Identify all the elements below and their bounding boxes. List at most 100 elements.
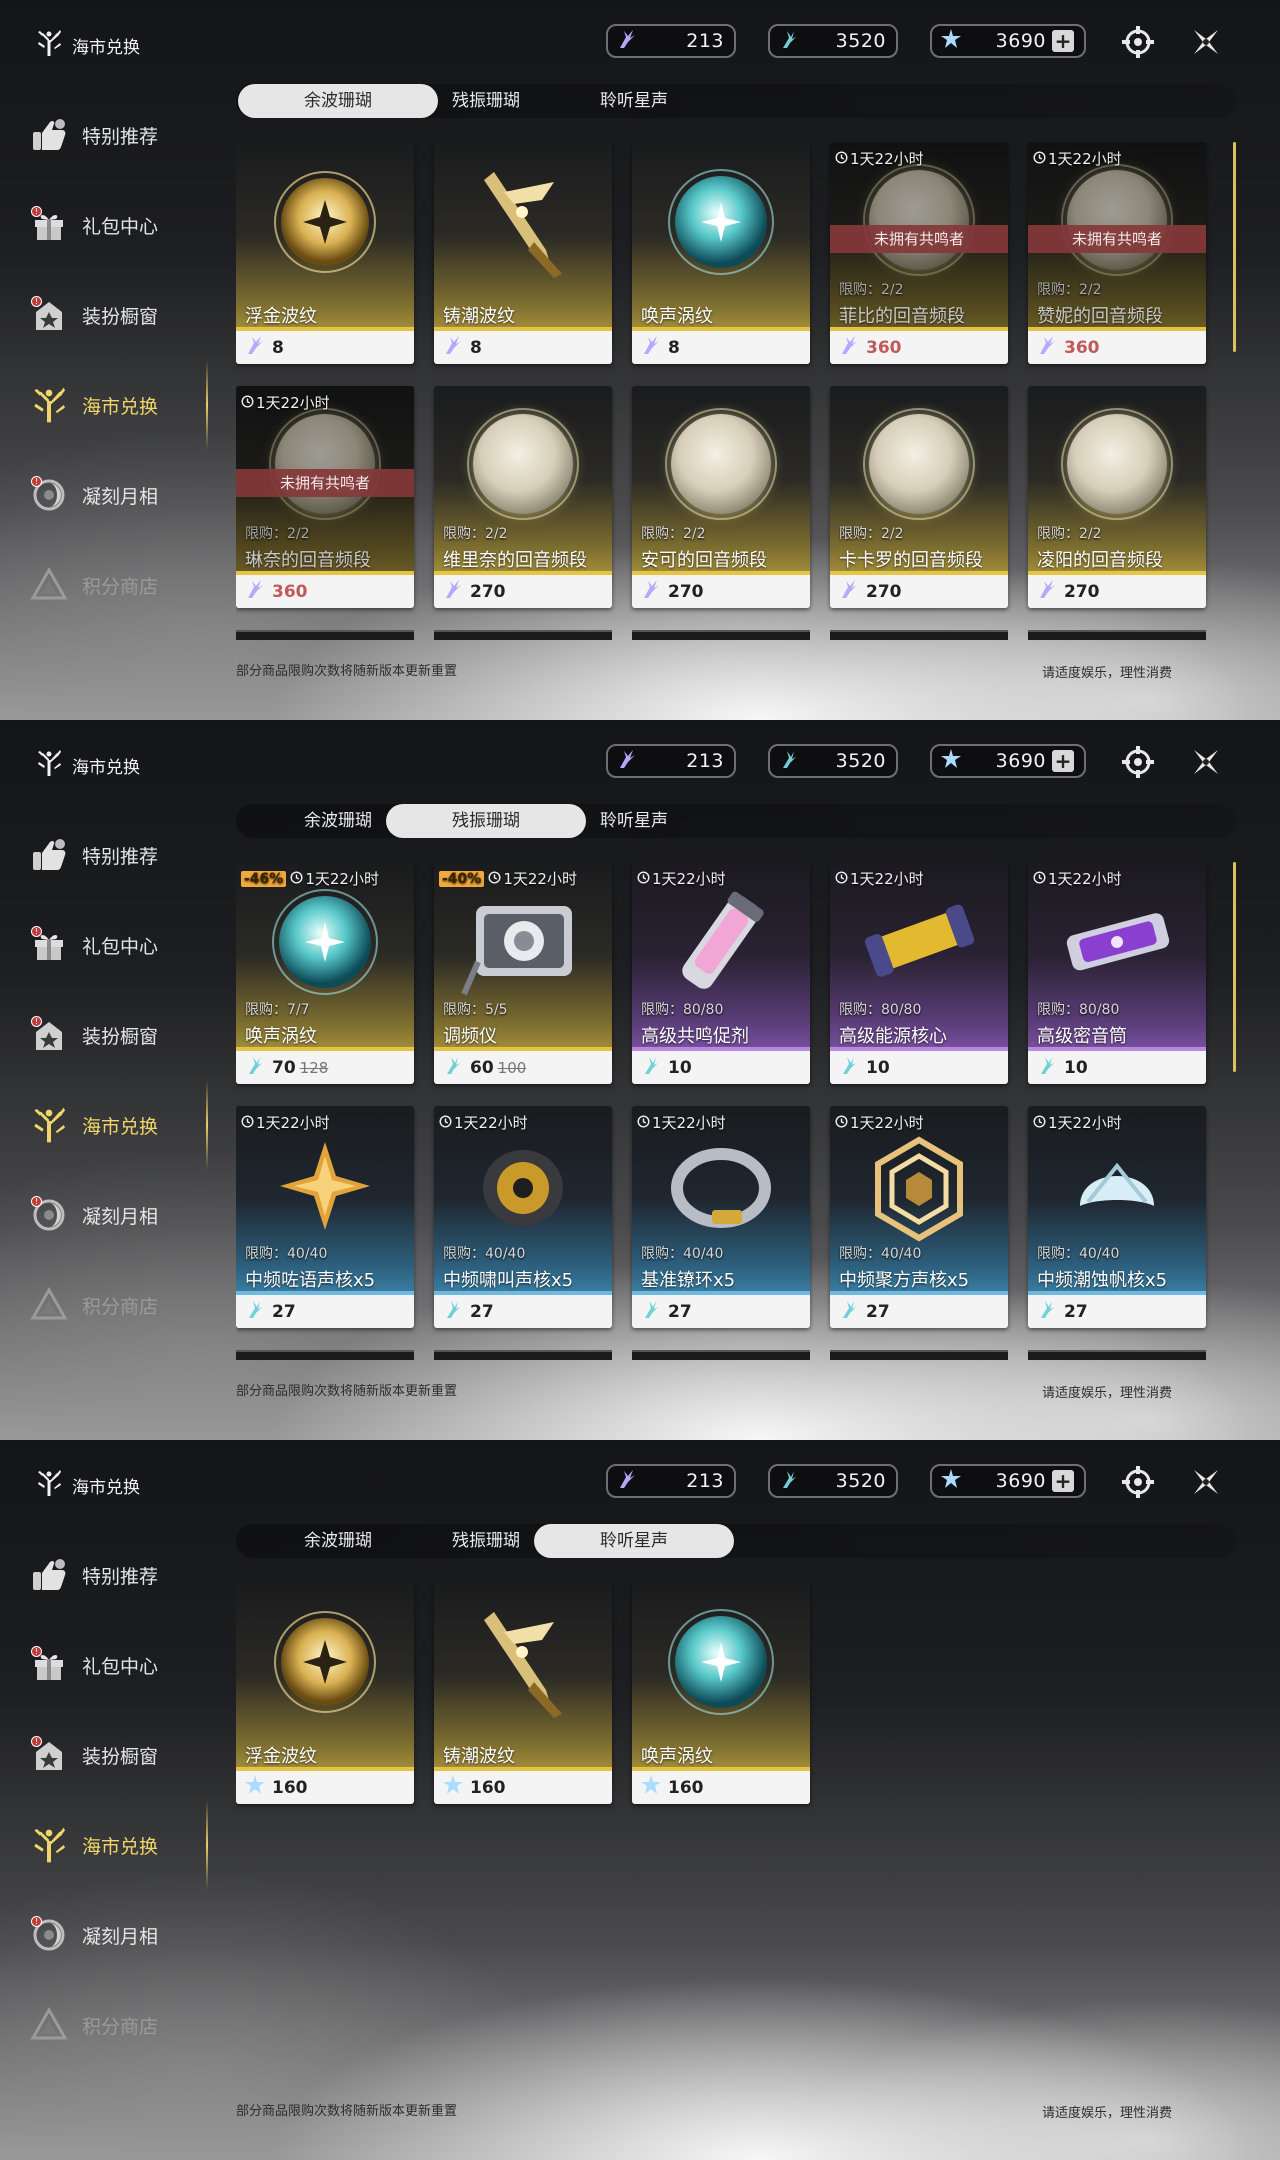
sidebar-item[interactable]: 特别推荐 <box>28 810 218 900</box>
item-name: 浮金波纹 <box>245 1746 317 1767</box>
resonance-coral-icon <box>838 1054 860 1081</box>
sidebar-item[interactable]: 特别推荐 <box>28 1530 218 1620</box>
timer-text: 1天22小时 <box>850 150 924 168</box>
item-name: 中频啸叫声核x5 <box>443 1270 574 1291</box>
shop-item-card[interactable]: 限购：2/2 卡卡罗的回音频段 270 <box>830 386 1008 608</box>
shop-item-card[interactable]: 限购：2/2 安可的回音频段 270 <box>632 386 810 608</box>
shop-item-card[interactable]: 铸潮波纹 8 <box>434 142 612 364</box>
sidebar-item[interactable]: ! 装扮橱窗 <box>28 1710 218 1800</box>
sidebar-item[interactable]: 积分商店 <box>28 1980 218 2070</box>
timer: 1天22小时 <box>637 868 726 889</box>
target-icon[interactable] <box>1118 1462 1158 1502</box>
shop-item-card[interactable]: -46% 1天22小时 限购：7/7 唤声涡纹 70 128 <box>236 862 414 1084</box>
shop-item-card[interactable]: 1天22小时 限购：80/80 高级密音筒 10 <box>1028 862 1206 1084</box>
shop-item-card[interactable]: 1天22小时 限购：80/80 高级共鸣促剂 10 <box>632 862 810 1084</box>
sidebar-item[interactable]: 海市兑换 <box>28 360 218 450</box>
shop-item-card[interactable]: 1天22小时 限购：40/40 中频聚方声核x5 27 <box>830 1106 1008 1328</box>
target-icon[interactable] <box>1118 742 1158 782</box>
notification-dot: ! <box>31 1196 42 1207</box>
sidebar-item[interactable]: ! 礼包中心 <box>28 180 218 270</box>
sidebar-item[interactable]: 特别推荐 <box>28 90 218 180</box>
sidebar-item[interactable]: ! 礼包中心 <box>28 1620 218 1710</box>
shop-item-card[interactable]: 未拥有共鸣者 1天22小时 限购：2/2 赞妮的回音频段 360 <box>1028 142 1206 364</box>
sidebar-item[interactable]: 海市兑换 <box>28 1080 218 1170</box>
shop-item-card[interactable]: 1天22小时 限购：40/40 中频潮蚀帆核x5 27 <box>1028 1106 1206 1328</box>
purchase-limit: 限购：40/40 <box>1037 1246 1120 1262</box>
timer-text: 1天22小时 <box>256 1114 330 1132</box>
price-bar: 360 <box>236 575 414 608</box>
unowned-ribbon: 未拥有共鸣者 <box>830 225 1008 253</box>
sidebar-item[interactable]: ! 礼包中心 <box>28 900 218 990</box>
shop-item-card[interactable]: -40% 1天22小时 限购：5/5 调频仪 60 100 <box>434 862 612 1084</box>
tab[interactable]: 聆听星声 <box>534 84 734 118</box>
add-currency-button[interactable]: + <box>1052 1470 1074 1492</box>
shop-item-card[interactable]: 1天22小时 限购：80/80 高级能源核心 10 <box>830 862 1008 1084</box>
next-row-card <box>632 1350 810 1360</box>
coral-tree-icon <box>34 748 64 783</box>
item-name: 琳奈的回音频段 <box>245 550 371 571</box>
shop-item-card[interactable]: 1天22小时 限购：40/40 中频啸叫声核x5 27 <box>434 1106 612 1328</box>
sidebar-item[interactable]: ! 凝刻月相 <box>28 1890 218 1980</box>
sidebar-item[interactable]: 积分商店 <box>28 1260 218 1350</box>
item-grid: -46% 1天22小时 限购：7/7 唤声涡纹 70 128 -40% 1天22小时 限购… <box>236 862 1236 1360</box>
target-icon[interactable] <box>1118 22 1158 62</box>
scrollbar[interactable] <box>1233 862 1236 1072</box>
next-row-card <box>434 1350 612 1360</box>
close-icon[interactable] <box>1186 22 1226 62</box>
shop-item-card[interactable]: 未拥有共鸣者 1天22小时 限购：2/2 菲比的回音频段 360 <box>830 142 1008 364</box>
wardrobe-icon: ! <box>28 1014 70 1056</box>
tab[interactable]: 聆听星声 <box>534 1524 734 1558</box>
sidebar-item[interactable]: ! 装扮橱窗 <box>28 270 218 360</box>
sidebar-item-label: 凝刻月相 <box>82 1925 159 1948</box>
notification-dot: ! <box>31 926 42 937</box>
shop-item-card[interactable]: 浮金波纹 8 <box>236 142 414 364</box>
currency-value: 213 <box>686 750 724 772</box>
next-row-card <box>236 1350 414 1360</box>
price-bar: 8 <box>434 331 612 364</box>
price-bar: 27 <box>236 1295 414 1328</box>
item-name: 菲比的回音频段 <box>839 306 965 327</box>
sidebar-item[interactable]: ! 凝刻月相 <box>28 450 218 540</box>
shop-item-card[interactable]: 限购：2/2 凌阳的回音频段 270 <box>1028 386 1206 608</box>
coral-tree-icon <box>28 384 70 426</box>
price-bar: 27 <box>1028 1295 1206 1328</box>
resonance-coral-icon <box>640 1054 662 1081</box>
price-bar: 270 <box>434 575 612 608</box>
currency-display: 3520 <box>768 1464 898 1498</box>
shop-item-card[interactable]: 1天22小时 限购：40/40 中频咗语声核x5 27 <box>236 1106 414 1328</box>
currency-display: 213 <box>606 744 736 778</box>
tab[interactable]: 聆听星声 <box>534 804 734 838</box>
add-currency-button[interactable]: + <box>1052 750 1074 772</box>
shop-item-card[interactable]: 铸潮波纹 160 <box>434 1582 612 1804</box>
sidebar: 特别推荐 ! 礼包中心 ! 装扮橱窗 海市兑换 ! 凝刻月相 积分商店 <box>28 1530 218 2070</box>
item-name: 赞妮的回音频段 <box>1037 306 1163 327</box>
unowned-ribbon: 未拥有共鸣者 <box>1028 225 1206 253</box>
shop-item-card[interactable]: 唤声涡纹 8 <box>632 142 810 364</box>
sidebar-item-label: 积分商店 <box>82 575 159 598</box>
close-icon[interactable] <box>1186 1462 1226 1502</box>
timer-text: 1天22小时 <box>652 1114 726 1132</box>
shop-item-card[interactable]: 限购：2/2 维里奈的回音频段 270 <box>434 386 612 608</box>
sidebar-item[interactable]: 积分商店 <box>28 540 218 630</box>
timer-text: 1天22小时 <box>1048 1114 1122 1132</box>
sidebar-item[interactable]: ! 装扮橱窗 <box>28 990 218 1080</box>
timer: 1天22小时 <box>835 148 924 169</box>
add-currency-button[interactable]: + <box>1052 30 1074 52</box>
currency-value: 213 <box>686 1470 724 1492</box>
sidebar-item[interactable]: ! 凝刻月相 <box>28 1170 218 1260</box>
clock-icon <box>241 394 254 412</box>
sidebar-item[interactable]: 海市兑换 <box>28 1800 218 1890</box>
coral-tree-icon <box>28 1824 70 1866</box>
shop-item-card[interactable]: 唤声涡纹 160 <box>632 1582 810 1804</box>
shop-item-card[interactable]: 浮金波纹 160 <box>236 1582 414 1804</box>
price-bar: 10 <box>632 1051 810 1084</box>
currency-display: 3690 + <box>930 1464 1086 1498</box>
tab-bar: 余波珊瑚 残振珊瑚 聆听星声 <box>236 1524 1236 1558</box>
price-value: 27 <box>272 1301 296 1322</box>
shop-item-card[interactable]: 未拥有共鸣者 1天22小时 限购：2/2 琳奈的回音频段 360 <box>236 386 414 608</box>
close-icon[interactable] <box>1186 742 1226 782</box>
price-bar: 70 128 <box>236 1051 414 1084</box>
page-title-label: 海市兑换 <box>72 38 140 58</box>
scrollbar[interactable] <box>1233 142 1236 352</box>
shop-item-card[interactable]: 1天22小时 限购：40/40 基准镣环x5 27 <box>632 1106 810 1328</box>
